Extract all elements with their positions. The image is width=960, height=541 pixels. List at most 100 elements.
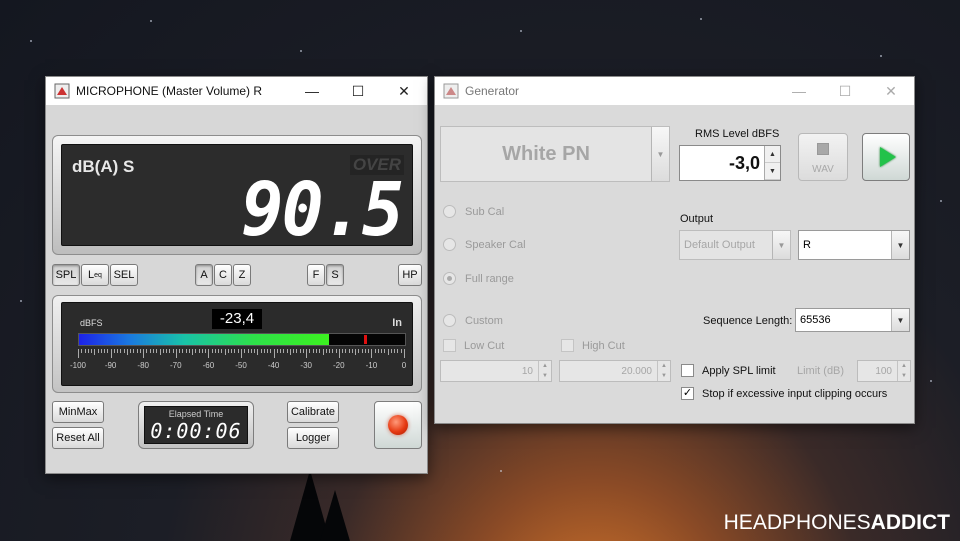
minimize-icon[interactable]: — (776, 77, 822, 105)
play-icon (880, 147, 896, 167)
level-bar-fill (79, 334, 329, 345)
spinner-up-icon[interactable]: ▲ (898, 361, 910, 371)
rms-level-value: -3,0 (728, 152, 760, 173)
chevron-down-icon[interactable]: ▼ (891, 309, 909, 331)
meter-tick (192, 349, 194, 355)
close-icon[interactable]: ✕ (381, 77, 427, 105)
apply-spl-limit-checkbox[interactable]: Apply SPL limit (681, 364, 776, 377)
high-cut-label: High Cut (582, 339, 625, 352)
meter-tick (247, 349, 249, 353)
high-cut-input[interactable]: 20.000 ▲ ▼ (559, 360, 671, 382)
meter-tick (338, 349, 340, 358)
meter-tick (123, 349, 125, 353)
meter-tick (387, 349, 389, 355)
meter-tick (335, 349, 337, 353)
maximize-icon[interactable]: ☐ (335, 77, 381, 105)
meter-tick (263, 349, 265, 353)
meter-tick (179, 349, 181, 353)
high-cut-checkbox[interactable]: High Cut (561, 339, 625, 352)
meter-tick (394, 349, 396, 353)
meter-tick (325, 349, 327, 353)
chevron-down-icon[interactable]: ▼ (772, 231, 790, 259)
meter-tick (104, 349, 106, 353)
sequence-length-select[interactable]: 65536 ▼ (795, 308, 910, 332)
spinner-down-icon[interactable]: ▼ (765, 163, 780, 180)
minimize-icon[interactable]: — (289, 77, 335, 105)
meter-tick (260, 349, 262, 353)
spinner-up-icon[interactable]: ▲ (765, 146, 780, 163)
meter-scale-label: -20 (333, 361, 345, 370)
meter-tick (296, 349, 298, 353)
meter-tick (404, 349, 405, 358)
wav-button[interactable]: WAV (798, 133, 848, 181)
rms-level-input[interactable]: -3,0 ▲ ▼ (679, 145, 781, 181)
radio-full-range[interactable]: Full range (443, 272, 514, 285)
mic-titlebar[interactable]: MICROPHONE (Master Volume) R — ☐ ✕ (46, 77, 427, 105)
mic-window-title: MICROPHONE (Master Volume) R (76, 84, 263, 98)
signal-type-select[interactable]: White PN ▼ (440, 126, 670, 182)
spinner-down-icon[interactable]: ▼ (658, 371, 670, 381)
meter-tick (107, 349, 109, 353)
low-cut-input[interactable]: 10 ▲ ▼ (440, 360, 552, 382)
sequence-length-label: Sequence Length: (703, 315, 793, 327)
meter-tick (374, 349, 376, 353)
spl-button[interactable]: SPL (52, 264, 80, 286)
record-icon (388, 415, 408, 435)
spinner-up-icon[interactable]: ▲ (539, 361, 551, 371)
hp-button[interactable]: HP (398, 264, 422, 286)
reset-all-button[interactable]: Reset All (52, 427, 104, 449)
meter-tick (169, 349, 171, 353)
radio-sub-cal[interactable]: Sub Cal (443, 205, 504, 218)
output-device-select[interactable]: Default Output ▼ (679, 230, 791, 260)
chevron-down-icon[interactable]: ▼ (651, 127, 669, 181)
meter-tick (355, 349, 357, 355)
meter-tick (136, 349, 138, 353)
calibrate-button[interactable]: Calibrate (287, 401, 339, 423)
low-cut-checkbox[interactable]: Low Cut (443, 339, 504, 352)
slow-response-button[interactable]: S (326, 264, 344, 286)
leq-button[interactable]: Leq (81, 264, 109, 286)
minmax-button[interactable]: MinMax (52, 401, 104, 423)
meter-tick (139, 349, 141, 353)
meter-tick (110, 349, 112, 358)
checkbox-indicator (681, 364, 694, 377)
rms-level-spinner[interactable]: ▲ ▼ (764, 146, 780, 180)
maximize-icon[interactable]: ☐ (822, 77, 868, 105)
meter-tick (322, 349, 324, 355)
spl-display: dB(A) S OVER 90.5 (61, 144, 413, 253)
play-button[interactable] (862, 133, 910, 181)
radio-custom[interactable]: Custom (443, 314, 503, 327)
spinner-down-icon[interactable]: ▼ (539, 371, 551, 381)
spinner-up-icon[interactable]: ▲ (658, 361, 670, 371)
limit-db-input[interactable]: 100 ▲ ▼ (857, 360, 911, 382)
level-bar (78, 333, 406, 346)
close-icon[interactable]: ✕ (868, 77, 914, 105)
weight-z-button[interactable]: Z (233, 264, 251, 286)
weight-c-button[interactable]: C (214, 264, 232, 286)
record-button[interactable] (374, 401, 422, 449)
meter-tick (345, 349, 347, 353)
dbfs-label: dBFS (80, 318, 103, 328)
meter-tick (309, 349, 311, 353)
fast-response-button[interactable]: F (307, 264, 325, 286)
meter-tick (221, 349, 223, 353)
radio-speaker-cal[interactable]: Speaker Cal (443, 238, 526, 251)
limit-db-label: Limit (dB) (797, 365, 845, 377)
sel-button[interactable]: SEL (110, 264, 138, 286)
spl-reading: 90.5 (241, 166, 404, 254)
logger-button[interactable]: Logger (287, 427, 339, 449)
meter-tick (361, 349, 363, 353)
meter-tick (201, 349, 203, 353)
gen-titlebar[interactable]: Generator — ☐ ✕ (435, 77, 914, 105)
stop-clipping-checkbox[interactable]: ✓ Stop if excessive input clipping occur… (681, 387, 887, 400)
meter-tick (84, 349, 86, 353)
meter-tick (332, 349, 334, 353)
meter-scale-label: -30 (300, 361, 312, 370)
weight-a-button[interactable]: A (195, 264, 213, 286)
meter-tick (205, 349, 207, 353)
output-channel-select[interactable]: R ▼ (798, 230, 910, 260)
meter-tick (289, 349, 291, 355)
checkbox-indicator (561, 339, 574, 352)
chevron-down-icon[interactable]: ▼ (891, 231, 909, 259)
spinner-down-icon[interactable]: ▼ (898, 371, 910, 381)
